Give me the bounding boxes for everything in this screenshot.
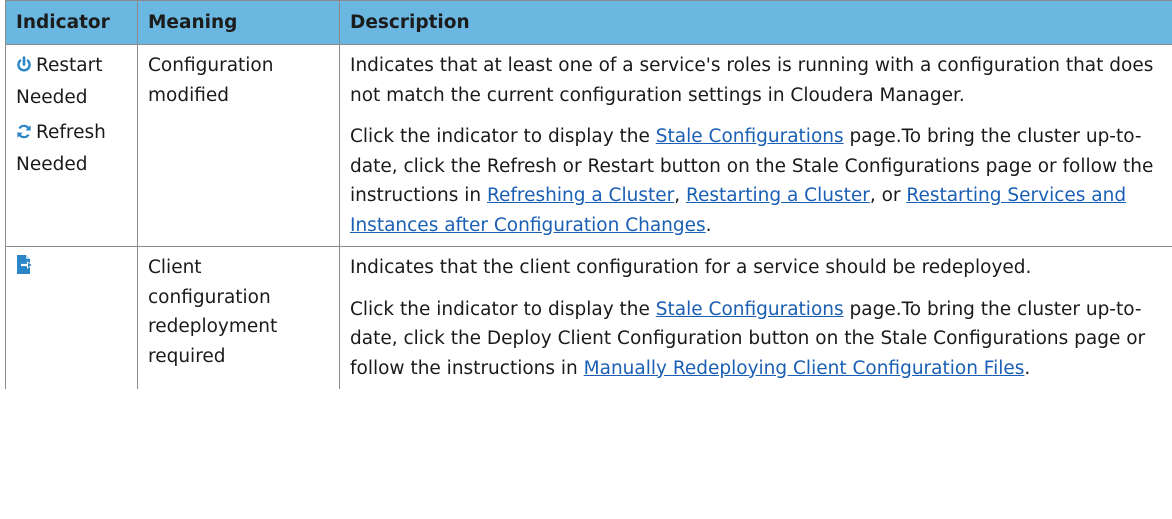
- table-row: Client configuration redeployment requir…: [5, 246, 1172, 389]
- description-instructions: Click the indicator to display the Stale…: [350, 295, 1160, 384]
- description-paragraph: Indicates that the client configuration …: [350, 257, 1032, 278]
- meaning-text: Client configuration redeployment requir…: [148, 257, 278, 367]
- instructions-text: .: [1024, 357, 1031, 379]
- meaning-cell: Configuration modified: [137, 44, 340, 247]
- instructions-text: , or: [869, 185, 907, 206]
- description-instructions: Click the indicator to display the Stale…: [350, 122, 1160, 240]
- description-cell: Indicates that at least one of a service…: [339, 44, 1172, 247]
- description-paragraph: Indicates that at least one of a service…: [350, 55, 1154, 106]
- indicator-cell: [5, 246, 138, 389]
- power-icon: [16, 53, 32, 83]
- stale-configurations-link[interactable]: Stale Configurations: [656, 126, 844, 147]
- refresh-icon: [16, 120, 32, 150]
- client-config-indicator[interactable]: [16, 253, 131, 285]
- refreshing-cluster-link[interactable]: Refreshing a Cluster: [487, 185, 674, 206]
- client-config-deploy-icon: [16, 254, 34, 285]
- header-meaning: Meaning: [137, 0, 340, 45]
- meaning-text: Configuration modified: [148, 55, 274, 106]
- header-description: Description: [339, 0, 1172, 45]
- header-row: Indicator Meaning Description: [5, 0, 1172, 45]
- manually-redeploying-link[interactable]: Manually Redeploying Client Configuratio…: [584, 358, 1025, 379]
- indicator-table: Indicator Meaning Description Restart Ne…: [5, 0, 1172, 389]
- instructions-text: Click the indicator to display the: [350, 298, 656, 320]
- instructions-text: Click the indicator to display the: [350, 126, 656, 147]
- restarting-cluster-link[interactable]: Restarting a Cluster: [686, 185, 870, 206]
- refresh-needed-indicator[interactable]: Refresh Needed: [16, 118, 131, 179]
- stale-configurations-link[interactable]: Stale Configurations: [656, 299, 844, 320]
- restart-needed-indicator[interactable]: Restart Needed: [16, 51, 131, 112]
- meaning-cell: Client configuration redeployment requir…: [137, 246, 340, 389]
- instructions-text: .: [705, 214, 712, 236]
- table-row: Restart Needed Refresh Needed Configurat…: [5, 44, 1172, 247]
- indicator-cell: Restart Needed Refresh Needed: [5, 44, 138, 247]
- description-cell: Indicates that the client configuration …: [339, 246, 1172, 389]
- instructions-text: ,: [674, 185, 686, 206]
- header-indicator: Indicator: [5, 0, 138, 45]
